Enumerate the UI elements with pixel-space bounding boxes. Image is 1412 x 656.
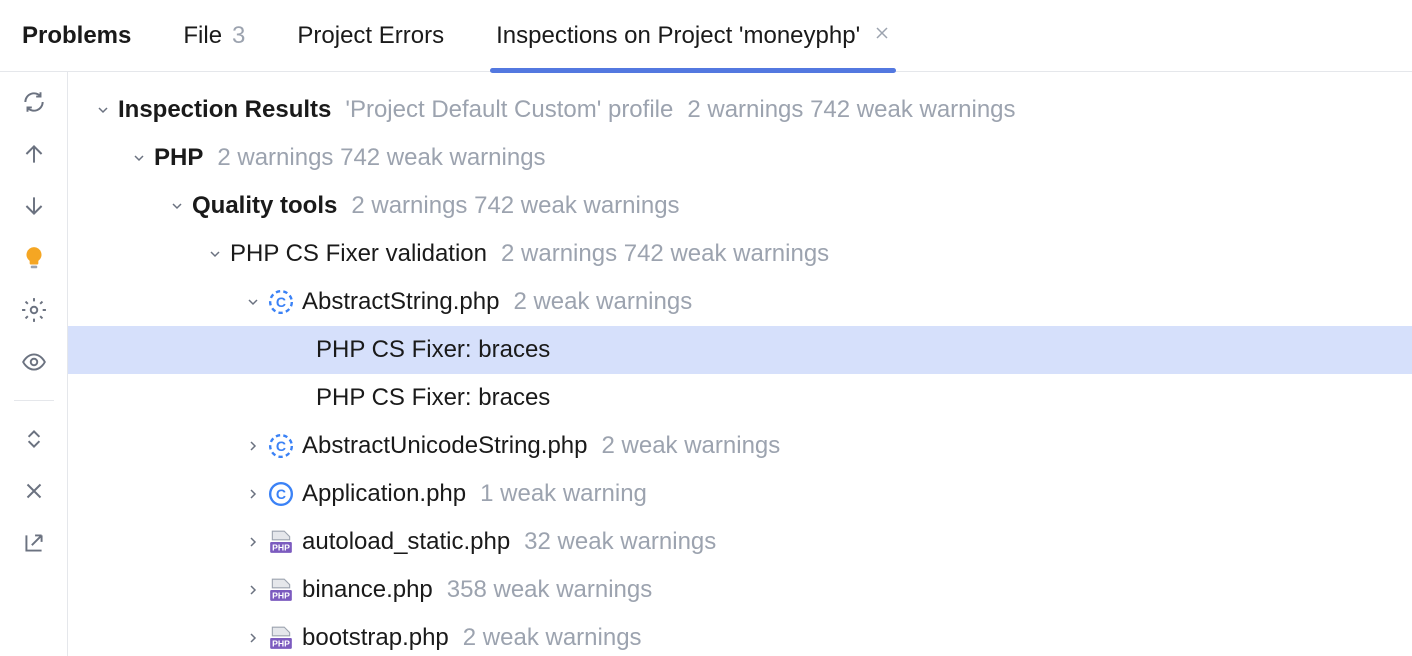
tree-root[interactable]: Inspection Results 'Project Default Custo… [68,86,1412,134]
warning-summary: 2 warnings 742 weak warnings [687,96,1015,124]
tree-item-label: Inspection Results [118,96,331,124]
tab-inspections-label: Inspections on Project 'moneyphp' [496,22,860,50]
tree-item-label: PHP CS Fixer: braces [316,336,550,364]
tree-php[interactable]: PHP 2 warnings 742 weak warnings [68,134,1412,182]
chevron-down-icon[interactable] [244,293,262,311]
tab-file-label: File [183,22,222,50]
expand-icon[interactable] [18,423,50,455]
tab-file-count: 3 [232,22,245,50]
tree-file[interactable]: PHP bootstrap.php 2 weak warnings [68,614,1412,656]
tree-item-label: bootstrap.php [302,624,449,652]
tree-validation[interactable]: PHP CS Fixer validation 2 warnings 742 we… [68,230,1412,278]
tree-item-label: AbstractString.php [302,288,499,316]
tree-file[interactable]: PHP autoload_static.php 32 weak warnings [68,518,1412,566]
tabs-bar: Problems File 3 Project Errors Inspectio… [0,0,1412,72]
svg-text:PHP: PHP [272,591,290,601]
php-file-icon: PHP [268,625,294,651]
svg-text:C: C [276,486,286,502]
svg-text:C: C [276,438,286,454]
chevron-down-icon[interactable] [94,101,112,119]
sidebar-separator [14,400,54,401]
sidebar [0,72,68,656]
warning-summary: 2 warnings 742 weak warnings [351,192,679,220]
tree-item-label: PHP CS Fixer: braces [316,384,550,412]
inspection-tree: Inspection Results 'Project Default Custo… [68,72,1412,656]
chevron-right-icon[interactable] [244,581,262,599]
tab-problems[interactable]: Problems [12,0,157,72]
class-icon: C [268,481,294,507]
warning-summary: 2 warnings 742 weak warnings [217,144,545,172]
tree-issue[interactable]: PHP CS Fixer: braces [68,374,1412,422]
collapse-icon[interactable] [18,475,50,507]
chevron-down-icon[interactable] [168,197,186,215]
tree-item-label: Application.php [302,480,466,508]
tree-item-label: AbstractUnicodeString.php [302,432,588,460]
refresh-icon[interactable] [18,86,50,118]
tree-issue[interactable]: PHP CS Fixer: braces [68,326,1412,374]
warning-summary: 1 weak warning [480,480,647,508]
export-icon[interactable] [18,527,50,559]
tab-problems-label: Problems [22,22,131,50]
tree-item-label: Quality tools [192,192,337,220]
tree-item-label: PHP [154,144,203,172]
eye-icon[interactable] [18,346,50,378]
warning-summary: 2 weak warnings [513,288,692,316]
tree-file[interactable]: C Application.php 1 weak warning [68,470,1412,518]
warning-summary: 2 warnings 742 weak warnings [501,240,829,268]
tree-item-label: binance.php [302,576,433,604]
tree-file[interactable]: C AbstractUnicodeString.php 2 weak warning… [68,422,1412,470]
class-icon: C [268,433,294,459]
bulb-icon[interactable] [18,242,50,274]
chevron-down-icon[interactable] [206,245,224,263]
close-icon[interactable] [874,24,890,47]
tree-quality-tools[interactable]: Quality tools 2 warnings 742 weak warning… [68,182,1412,230]
profile-text: 'Project Default Custom' profile [345,96,673,124]
chevron-right-icon[interactable] [244,485,262,503]
tree-file[interactable]: PHP binance.php 358 weak warnings [68,566,1412,614]
php-file-icon: PHP [268,577,294,603]
arrow-up-icon[interactable] [18,138,50,170]
tree-item-label: autoload_static.php [302,528,510,556]
svg-text:C: C [276,294,286,310]
gear-icon[interactable] [18,294,50,326]
svg-text:PHP: PHP [272,543,290,553]
tab-inspections[interactable]: Inspections on Project 'moneyphp' [470,0,916,72]
warning-summary: 2 weak warnings [602,432,781,460]
tab-project-errors-label: Project Errors [297,22,444,50]
warning-summary: 358 weak warnings [447,576,652,604]
warning-summary: 2 weak warnings [463,624,642,652]
arrow-down-icon[interactable] [18,190,50,222]
php-file-icon: PHP [268,529,294,555]
class-icon: C [268,289,294,315]
tab-file[interactable]: File 3 [157,0,271,72]
tree-item-label: PHP CS Fixer validation [230,240,487,268]
svg-text:PHP: PHP [272,639,290,649]
chevron-down-icon[interactable] [130,149,148,167]
warning-summary: 32 weak warnings [524,528,716,556]
chevron-right-icon[interactable] [244,629,262,647]
chevron-right-icon[interactable] [244,437,262,455]
tab-project-errors[interactable]: Project Errors [271,0,470,72]
chevron-right-icon[interactable] [244,533,262,551]
tree-file[interactable]: C AbstractString.php 2 weak warnings [68,278,1412,326]
